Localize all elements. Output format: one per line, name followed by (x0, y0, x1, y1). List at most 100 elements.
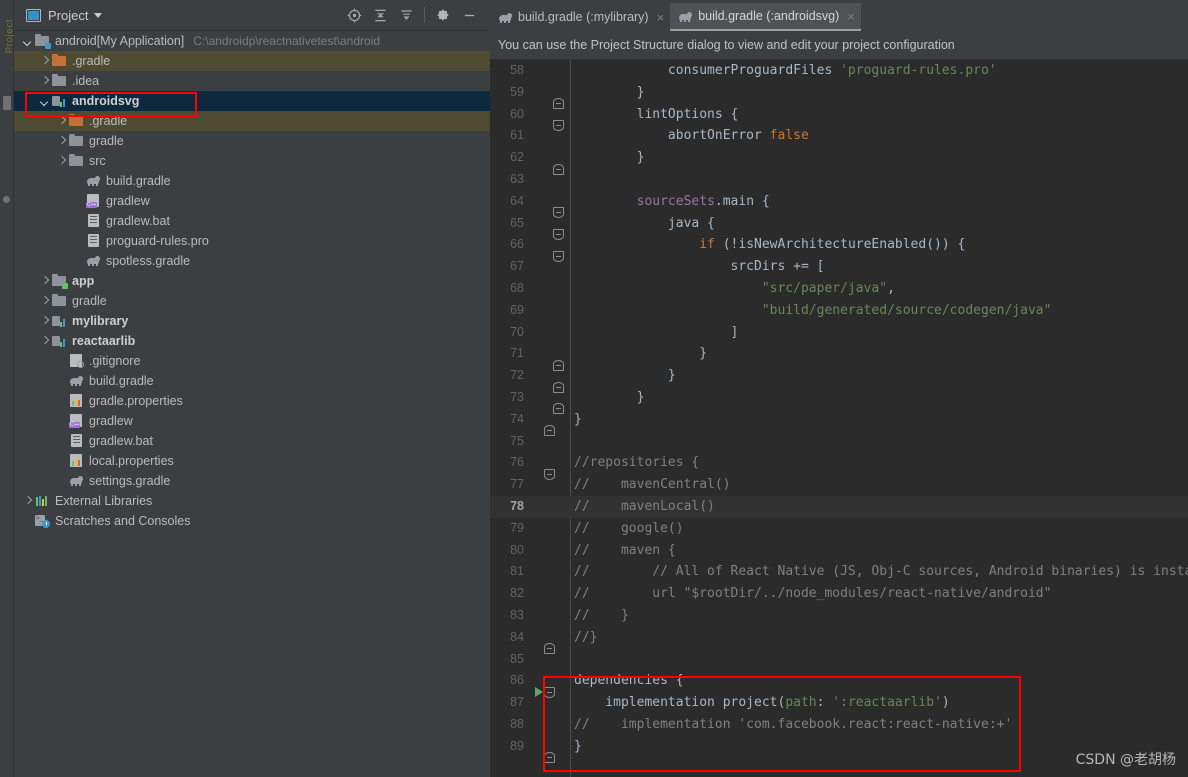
code-line-61[interactable]: 61 abortOnError false (490, 125, 1188, 147)
code-line-77[interactable]: 77 // mavenCentral() (490, 474, 1188, 496)
line-number: 79 (510, 520, 524, 535)
chevron-right-icon[interactable] (39, 316, 50, 327)
code-line-71[interactable]: 71 } (490, 343, 1188, 371)
code-line-73[interactable]: 73 } (490, 387, 1188, 415)
tree-row-gradle[interactable]: gradle (14, 131, 490, 151)
code-text: "build/generated/source/codegen/java" (761, 302, 1052, 318)
close-icon[interactable]: × (657, 10, 665, 25)
tree-row--gradle[interactable]: .gradle (14, 111, 490, 131)
tree-row-reactaarlib[interactable]: reactaarlib (14, 331, 490, 351)
tree-row-build-gradle[interactable]: build.gradle (14, 171, 490, 191)
code-line-65[interactable]: 65 java { (490, 213, 1188, 240)
chevron-right-icon[interactable] (22, 496, 33, 507)
code-line-83[interactable]: 83 // } (490, 605, 1188, 627)
editor-tab-1[interactable]: build.gradle (:androidsvg) × (670, 3, 861, 31)
tree-row-app[interactable]: app (14, 271, 490, 291)
tree-arrow-placeholder (56, 456, 67, 467)
tree-row-mylibrary[interactable]: mylibrary (14, 311, 490, 331)
code-line-58[interactable]: 58 consumerProguardFiles 'proguard-rules… (490, 60, 1188, 82)
module-icon (52, 334, 67, 348)
editor-tab-0[interactable]: build.gradle (:mylibrary) × (490, 3, 670, 31)
code-canvas[interactable]: 58 consumerProguardFiles 'proguard-rules… (490, 60, 1188, 777)
expand-all-button[interactable] (367, 3, 393, 27)
tree-row-external-libraries[interactable]: External Libraries (14, 491, 490, 511)
chevron-right-icon[interactable] (56, 116, 67, 127)
tree-row-gradlew-bat[interactable]: gradlew.bat (14, 431, 490, 451)
cpp-file-icon: C++ (86, 194, 101, 208)
line-number: 86 (510, 673, 524, 688)
code-line-81[interactable]: 81 // // All of React Native (JS, Obj-C s… (490, 561, 1188, 583)
code-line-72[interactable]: 72 } (490, 365, 1188, 393)
close-icon[interactable]: × (847, 9, 855, 24)
tree-row-spotless-gradle[interactable]: spotless.gradle (14, 251, 490, 271)
tree-row-proguard-rules-pro[interactable]: proguard-rules.pro (14, 231, 490, 251)
tree-row-label: gradlew (106, 194, 150, 208)
code-line-70[interactable]: 70 ] (490, 322, 1188, 344)
chevron-right-icon[interactable] (39, 76, 50, 87)
editor-tab-bar[interactable]: build.gradle (:mylibrary) × build.gradle (… (490, 0, 1188, 31)
properties-file-icon (69, 394, 84, 408)
code-line-79[interactable]: 79 // google() (490, 518, 1188, 540)
chevron-down-icon[interactable] (39, 96, 50, 107)
tree-row--gitignore[interactable]: .gitignore (14, 351, 490, 371)
code-line-69[interactable]: 69 "build/generated/source/codegen/java" (490, 300, 1188, 322)
code-line-62[interactable]: 62 } (490, 147, 1188, 175)
tree-row--gradle[interactable]: .gradle (14, 51, 490, 71)
tree-row-gradle-properties[interactable]: gradle.properties (14, 391, 490, 411)
tree-row-gradle[interactable]: gradle (14, 291, 490, 311)
code-line-68[interactable]: 68 "src/paper/java", (490, 278, 1188, 300)
chevron-right-icon[interactable] (39, 336, 50, 347)
folder-glyph (69, 114, 83, 126)
code-line-59[interactable]: 59 } (490, 82, 1188, 110)
line-number: 85 (510, 651, 524, 666)
code-line-85[interactable]: 85 (490, 649, 1188, 671)
code-line-80[interactable]: 80 // maven { (490, 540, 1188, 562)
tree-row-scratches-and-consoles[interactable]: >_ Scratches and Consoles (14, 511, 490, 531)
tree-row--idea[interactable]: .idea (14, 71, 490, 91)
code-line-75[interactable]: 75 (490, 431, 1188, 453)
code-text: ] (574, 324, 739, 340)
chevron-right-icon[interactable] (56, 136, 67, 147)
tree-row-build-gradle[interactable]: build.gradle (14, 371, 490, 391)
code-line-76[interactable]: 76 //repositories { (490, 452, 1188, 480)
code-line-66[interactable]: 66 if (!isNewArchitectureEnabled()) { (490, 234, 1188, 262)
settings-button[interactable] (430, 3, 456, 27)
code-line-88[interactable]: 88 // implementation 'com.facebook.react:… (490, 714, 1188, 736)
code-line-60[interactable]: 60 lintOptions { (490, 104, 1188, 131)
chevron-right-icon[interactable] (39, 56, 50, 67)
code-text: // } (574, 607, 629, 623)
tree-row-local-properties[interactable]: local.properties (14, 451, 490, 471)
code-line-86[interactable]: 86 dependencies { (490, 670, 1188, 698)
left-strip-handle[interactable] (3, 96, 11, 110)
chevron-right-icon[interactable] (56, 156, 67, 167)
code-line-64[interactable]: 64 sourceSets.main { (490, 191, 1188, 219)
tree-row-gradlew-bat[interactable]: gradlew.bat (14, 211, 490, 231)
hide-panel-button[interactable] (456, 3, 482, 27)
chevron-down-icon[interactable] (22, 36, 33, 47)
tree-row-gradlew[interactable]: C++ gradlew (14, 411, 490, 431)
gradle-file-icon (69, 474, 84, 488)
code-line-87[interactable]: 87 implementation project(path: ':reacta… (490, 692, 1188, 714)
chevron-right-icon[interactable] (39, 276, 50, 287)
properties-file-icon (69, 454, 84, 468)
fold-marker-open[interactable] (544, 752, 555, 764)
tree-row-gradlew[interactable]: C++ gradlew (14, 191, 490, 211)
tree-row-src[interactable]: src (14, 151, 490, 171)
editor-tab-label: build.gradle (:mylibrary) (518, 10, 649, 24)
collapse-all-button[interactable] (393, 3, 419, 27)
chevron-right-icon[interactable] (39, 296, 50, 307)
chevron-down-icon[interactable] (94, 12, 103, 18)
project-tree[interactable]: android [My Application] C:\androidp\reac… (14, 31, 490, 777)
code-line-63[interactable]: 63 (490, 169, 1188, 191)
code-line-74[interactable]: 74} (490, 409, 1188, 437)
code-line-67[interactable]: 67 srcDirs += [ (490, 256, 1188, 278)
code-line-78[interactable]: 78 // mavenLocal() (490, 495, 1188, 518)
left-tool-strip: Project (0, 0, 16, 777)
locate-file-button[interactable] (341, 3, 367, 27)
code-line-84[interactable]: 84 //} (490, 627, 1188, 655)
tree-row-androidsvg[interactable]: androidsvg (14, 91, 490, 111)
code-line-82[interactable]: 82 // url "$rootDir/../node_modules/react… (490, 583, 1188, 605)
gradle-file-icon (86, 254, 101, 268)
tree-row-android[interactable]: android [My Application] C:\androidp\reac… (14, 31, 490, 51)
tree-row-settings-gradle[interactable]: settings.gradle (14, 471, 490, 491)
